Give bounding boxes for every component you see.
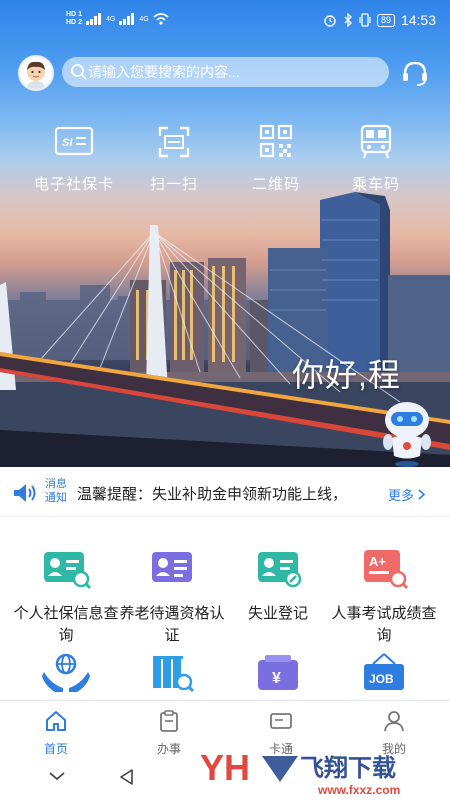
svg-text:www.fxxz.com: www.fxxz.com	[317, 783, 400, 797]
vibrate-icon	[359, 13, 371, 27]
notice-more-link[interactable]: 更多	[388, 485, 426, 504]
service-social-insurance-query[interactable]: 个人社保信息查询	[10, 548, 122, 647]
status-bar: HD 1 HD 2 4G 4G 89 14:53	[0, 0, 450, 40]
signal-indicators: HD 1 HD 2 4G 4G	[66, 11, 169, 27]
service-item-5[interactable]	[10, 652, 122, 707]
quick-qr-code[interactable]: 二维码	[221, 124, 331, 194]
back-icon[interactable]	[118, 768, 136, 786]
user-avatar[interactable]	[18, 55, 54, 91]
quick-scan[interactable]: 扫一扫	[119, 124, 229, 194]
tab-home[interactable]: 首页	[16, 709, 96, 757]
clock: 14:53	[400, 12, 436, 28]
avatar-icon	[26, 61, 46, 89]
svg-text:¥: ¥	[272, 670, 281, 687]
quick-social-security-card[interactable]: SI 电子社保卡	[19, 124, 129, 194]
svg-text:JOB: JOB	[369, 672, 394, 686]
global-hands-icon	[42, 653, 90, 692]
speaker-icon	[14, 484, 36, 502]
signal-icon	[119, 13, 135, 25]
hero-banner: HD 1 HD 2 4G 4G 89 14:53 请输入您要搜索的内容... S…	[0, 0, 450, 467]
svg-text:YH: YH	[200, 747, 250, 788]
quick-bus-code[interactable]: 乘车码	[321, 124, 431, 194]
notice-message[interactable]: 温馨提醒：失业补助金申领新功能上线，	[77, 483, 382, 504]
greeting-text: 你好,程	[292, 357, 401, 393]
service-unemployment-registration[interactable]: 失业登记	[222, 548, 334, 625]
bus-code-icon	[360, 124, 392, 159]
bluetooth-icon	[344, 13, 352, 27]
signal-icon	[85, 13, 101, 25]
service-item-8[interactable]: JOB	[328, 652, 440, 707]
search-input[interactable]	[88, 64, 378, 80]
search-bar[interactable]	[62, 57, 389, 87]
home-icon	[46, 711, 66, 731]
affairs-icon	[160, 710, 178, 732]
notice-tag: 消息 通知	[45, 478, 67, 504]
alarm-icon	[324, 15, 336, 27]
tab-affairs[interactable]: 办事	[129, 709, 209, 757]
pension-certification-icon	[152, 552, 192, 582]
service-item-6[interactable]	[116, 652, 228, 707]
wifi-icon	[153, 13, 169, 25]
site-watermark: YH 飞翔下载 www.fxxz.com	[200, 747, 400, 797]
social-security-card-icon: SI	[54, 126, 94, 156]
service-exam-score-query[interactable]: A+ 人事考试成绩查询	[328, 548, 440, 647]
card-icon	[270, 713, 292, 729]
chevron-right-icon	[418, 489, 425, 500]
wallet-yuan-icon: ¥	[258, 655, 298, 690]
chevron-down-icon[interactable]	[48, 770, 66, 782]
unemployment-registration-icon	[258, 552, 302, 588]
exam-score-query-icon: A+	[364, 550, 409, 590]
service-item-7[interactable]: ¥	[222, 652, 334, 707]
job-sign-icon: JOB	[364, 653, 404, 690]
notice-bar[interactable]: 消息 通知 温馨提醒：失业补助金申领新功能上线， 更多	[0, 467, 450, 517]
svg-text:A+: A+	[369, 554, 386, 569]
robot-mascot-icon	[383, 402, 431, 467]
profile-icon	[384, 711, 404, 732]
svg-text:SI: SI	[62, 137, 73, 149]
customer-service-icon[interactable]	[400, 58, 430, 88]
search-icon	[71, 64, 87, 80]
scan-icon	[158, 126, 190, 158]
battery-indicator: 89	[376, 13, 395, 27]
service-pension-certification[interactable]: 养老待遇资格认证	[116, 548, 228, 647]
qr-code-icon	[259, 124, 293, 158]
svg-text:飞翔下载: 飞翔下载	[300, 754, 396, 782]
social-insurance-query-icon	[44, 552, 92, 590]
archive-search-icon	[153, 656, 195, 693]
